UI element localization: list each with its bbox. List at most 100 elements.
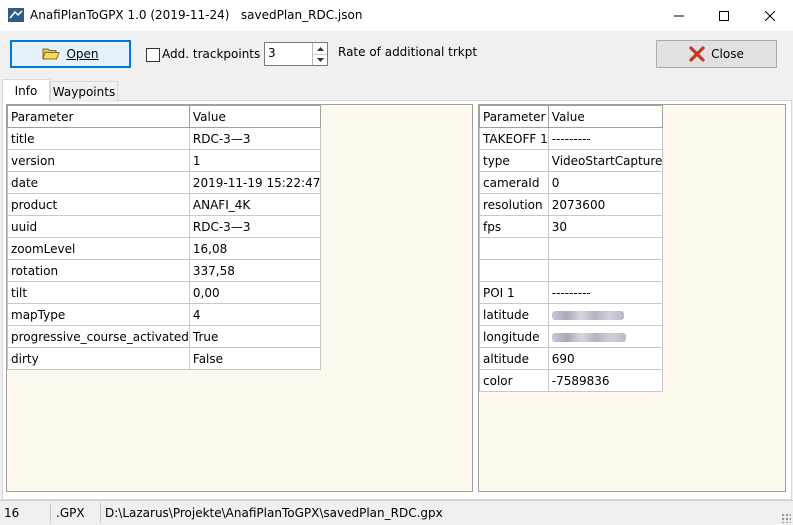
parameter-cell[interactable]: version xyxy=(7,149,190,172)
table-row[interactable]: type VideoStartCapture xyxy=(479,149,664,172)
value-cell[interactable]: -7589836 xyxy=(547,369,664,392)
add-trackpoints-label[interactable]: Add. trackpoints xyxy=(162,47,260,61)
parameter-cell[interactable]: uuid xyxy=(7,215,190,238)
resize-grip-icon[interactable] xyxy=(781,513,791,523)
close-window-button[interactable] xyxy=(747,0,793,31)
redacted-value xyxy=(551,332,626,342)
parameter-cell[interactable]: fps xyxy=(479,215,549,238)
value-cell[interactable] xyxy=(547,259,664,282)
spinner-down-button[interactable] xyxy=(313,54,327,65)
table-row[interactable]: version 1 xyxy=(7,149,322,172)
parameter-cell[interactable]: mapType xyxy=(7,303,190,326)
redacted-value xyxy=(551,310,624,320)
table-row[interactable]: longitude xyxy=(479,325,664,348)
value-cell[interactable] xyxy=(547,325,664,348)
table-row[interactable]: fps 30 xyxy=(479,215,664,238)
value-cell[interactable]: 337,58 xyxy=(188,259,322,282)
parameter-cell[interactable]: title xyxy=(7,127,190,150)
value-cell[interactable]: RDC-3—3 xyxy=(188,215,322,238)
status-bar: 16 .GPX D:\Lazarus\Projekte\AnafiPlanToG… xyxy=(0,500,793,525)
parameter-cell[interactable]: TAKEOFF 1 xyxy=(479,127,549,150)
info-grid[interactable]: Parameter Value title RDC-3—3 version 1 date… xyxy=(7,105,322,370)
trkpt-rate-value[interactable]: 3 xyxy=(268,46,276,60)
table-row[interactable]: date 2019-11-19 15:22:47 xyxy=(7,171,322,194)
table-row[interactable]: zoomLevel 16,08 xyxy=(7,237,322,260)
parameter-cell[interactable]: altitude xyxy=(479,347,549,370)
table-row[interactable]: rotation 337,58 xyxy=(7,259,322,282)
parameter-cell[interactable]: product xyxy=(7,193,190,216)
value-cell[interactable]: 2073600 xyxy=(547,193,664,216)
parameter-cell[interactable]: rotation xyxy=(7,259,190,282)
tab-info[interactable]: Info xyxy=(2,79,50,102)
value-cell[interactable]: 0,00 xyxy=(188,281,322,304)
column-header-value[interactable]: Value xyxy=(547,105,664,128)
value-cell[interactable]: 16,08 xyxy=(188,237,322,260)
table-row[interactable] xyxy=(479,259,664,282)
info-grid-panel[interactable]: Parameter Value title RDC-3—3 version 1 date… xyxy=(6,104,473,492)
table-row[interactable]: dirty False xyxy=(7,347,322,370)
value-cell[interactable]: False xyxy=(188,347,322,370)
table-row[interactable]: tilt 0,00 xyxy=(7,281,322,304)
value-cell[interactable]: --------- xyxy=(547,281,664,304)
add-trackpoints-checkbox[interactable] xyxy=(146,48,160,62)
table-row[interactable] xyxy=(479,237,664,260)
parameter-cell[interactable]: date xyxy=(7,171,190,194)
minimize-button[interactable] xyxy=(656,0,702,31)
status-count: 16 xyxy=(4,506,20,520)
table-row[interactable]: TAKEOFF 1 --------- xyxy=(479,127,664,150)
open-button[interactable]: Open xyxy=(10,40,131,68)
trkpt-rate-spinner[interactable]: 3 xyxy=(264,42,328,66)
value-cell[interactable]: ANAFI_4K xyxy=(188,193,322,216)
maximize-button[interactable] xyxy=(701,0,747,31)
parameter-cell[interactable]: color xyxy=(479,369,549,392)
parameter-cell[interactable] xyxy=(479,259,549,282)
value-cell[interactable] xyxy=(547,237,664,260)
table-row[interactable]: altitude 690 xyxy=(479,347,664,370)
parameter-cell[interactable]: dirty xyxy=(7,347,190,370)
value-cell[interactable]: 0 xyxy=(547,171,664,194)
waypoint-grid[interactable]: Parameter Value TAKEOFF 1 --------- type Vi… xyxy=(479,105,664,392)
table-row[interactable]: uuid RDC-3—3 xyxy=(7,215,322,238)
parameter-cell[interactable]: tilt xyxy=(7,281,190,304)
parameter-cell[interactable]: longitude xyxy=(479,325,549,348)
value-cell[interactable]: 1 xyxy=(188,149,322,172)
value-cell[interactable]: 30 xyxy=(547,215,664,238)
value-cell[interactable]: 2019-11-19 15:22:47 xyxy=(188,171,322,194)
parameter-cell[interactable]: latitude xyxy=(479,303,549,326)
table-row[interactable]: title RDC-3—3 xyxy=(7,127,322,150)
column-header-parameter[interactable]: Parameter xyxy=(479,105,549,128)
value-cell[interactable]: VideoStartCapture xyxy=(547,149,664,172)
parameter-cell[interactable]: zoomLevel xyxy=(7,237,190,260)
parameter-cell[interactable] xyxy=(479,237,549,260)
parameter-cell[interactable]: cameraId xyxy=(479,171,549,194)
table-row[interactable]: product ANAFI_4K xyxy=(7,193,322,216)
close-button[interactable]: Close xyxy=(656,40,777,68)
tab-waypoints[interactable]: Waypoints xyxy=(50,81,118,102)
parameter-cell[interactable]: resolution xyxy=(479,193,549,216)
column-header-parameter[interactable]: Parameter xyxy=(7,105,190,128)
value-cell[interactable]: RDC-3—3 xyxy=(188,127,322,150)
open-button-label: Open xyxy=(66,47,99,61)
waypoint-grid-header: Parameter Value xyxy=(479,105,664,128)
window-title: AnafiPlanToGPX 1.0 (2019-11-24) savedPla… xyxy=(30,8,363,22)
parameter-cell[interactable]: progressive_course_activated xyxy=(7,325,190,348)
table-row[interactable]: mapType 4 xyxy=(7,303,322,326)
table-row[interactable]: progressive_course_activated True xyxy=(7,325,322,348)
parameter-cell[interactable]: POI 1 xyxy=(479,281,549,304)
table-row[interactable]: resolution 2073600 xyxy=(479,193,664,216)
close-icon xyxy=(765,10,775,21)
value-cell[interactable]: 4 xyxy=(188,303,322,326)
parameter-cell[interactable]: type xyxy=(479,149,549,172)
value-cell[interactable]: True xyxy=(188,325,322,348)
tab-waypoints-label: Waypoints xyxy=(52,85,116,99)
table-row[interactable]: cameraId 0 xyxy=(479,171,664,194)
value-cell[interactable] xyxy=(547,303,664,326)
table-row[interactable]: POI 1 --------- xyxy=(479,281,664,304)
value-cell[interactable]: --------- xyxy=(547,127,664,150)
red-x-icon xyxy=(689,46,705,62)
table-row[interactable]: color -7589836 xyxy=(479,369,664,392)
table-row[interactable]: latitude xyxy=(479,303,664,326)
waypoint-grid-panel[interactable]: Parameter Value TAKEOFF 1 --------- type Vi… xyxy=(478,104,786,492)
column-header-value[interactable]: Value xyxy=(188,105,322,128)
value-cell[interactable]: 690 xyxy=(547,347,664,370)
